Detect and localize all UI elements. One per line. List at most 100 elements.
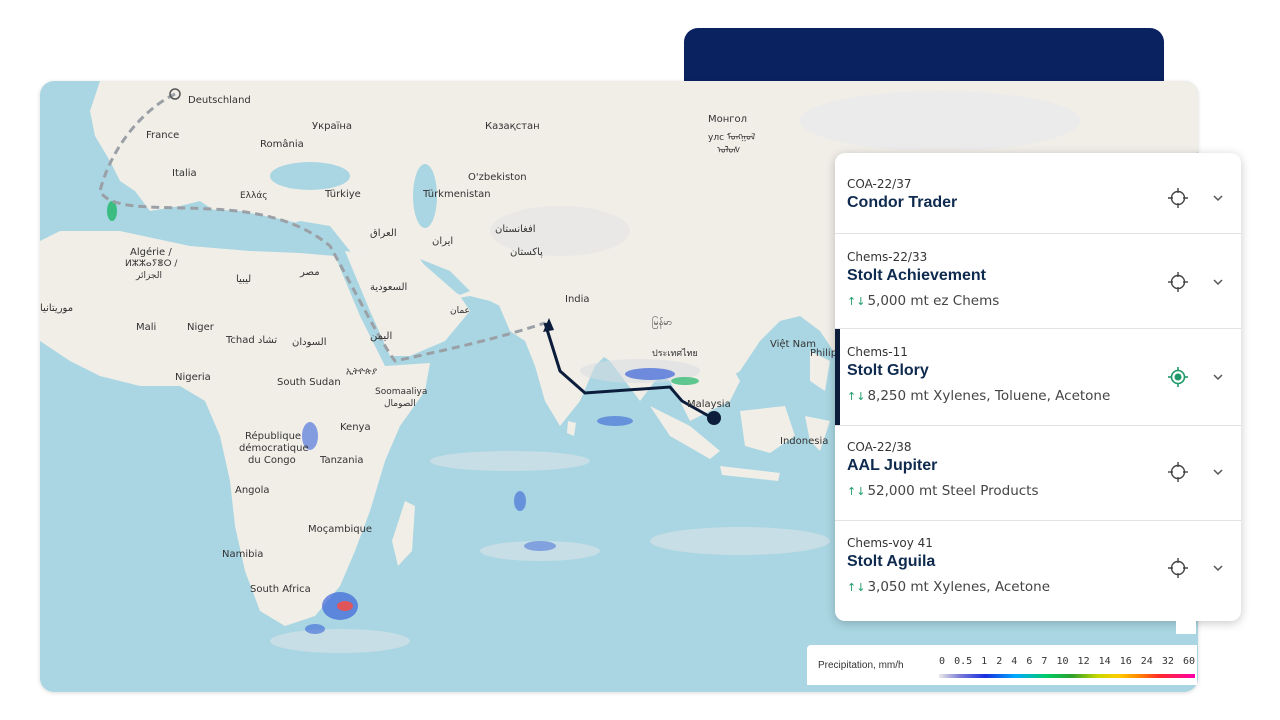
legend-tick: 2 bbox=[996, 656, 1003, 667]
chevron-down-icon[interactable] bbox=[1211, 191, 1225, 205]
map-label: South Africa bbox=[250, 584, 311, 595]
map-label: ⵍⵣⵣⴰⵢⴻⵔ / bbox=[125, 259, 178, 269]
map-label: ليبيا bbox=[236, 274, 252, 285]
cargo-text: 3,050 mt Xylenes, Acetone bbox=[867, 579, 1051, 595]
legend-ticks: 0 0.5 1 2 4 6 7 10 12 14 16 24 32 60 bbox=[939, 656, 1195, 667]
voyage-item[interactable]: Chems-22/33 Stolt Achievement ↑↓ 5,000 mt… bbox=[835, 234, 1241, 329]
map-label: Malaysia bbox=[687, 399, 731, 410]
map-label: اليمن bbox=[370, 331, 393, 342]
legend-tick: 10 bbox=[1056, 656, 1069, 667]
map-label: démocratique bbox=[239, 443, 309, 454]
map-label: du Congo bbox=[248, 455, 296, 466]
cargo-line: ↑↓ 3,050 mt Xylenes, Acetone bbox=[847, 579, 1050, 595]
legend-tick: 12 bbox=[1077, 656, 1090, 667]
map-label: ኢትዮጵያ bbox=[346, 367, 378, 377]
legend-tick: 6 bbox=[1026, 656, 1033, 667]
map-label: မြန်မာ bbox=[652, 318, 673, 328]
map-label: ایران bbox=[432, 236, 454, 247]
map-label: السعودية bbox=[370, 282, 408, 293]
map-label: Niger bbox=[187, 322, 214, 333]
map-label: Türkiye bbox=[325, 189, 361, 200]
map-label: الجزائر bbox=[136, 271, 162, 281]
map-label: India bbox=[565, 294, 590, 305]
map-label: پاکستان bbox=[510, 247, 543, 258]
cargo-line: ↑↓ 5,000 mt ez Chems bbox=[847, 293, 999, 309]
vessel-name: Condor Trader bbox=[847, 194, 958, 211]
legend-tick: 4 bbox=[1011, 656, 1018, 667]
cargo-line: ↑↓ 52,000 mt Steel Products bbox=[847, 483, 1039, 499]
java-land bbox=[720, 466, 780, 481]
map-label: Mali bbox=[136, 322, 157, 333]
map-label: Монгол bbox=[708, 114, 748, 125]
map-label: ประเทศไทย bbox=[652, 349, 698, 359]
load-discharge-arrows-icon: ↑↓ bbox=[847, 390, 866, 403]
legend-tick: 24 bbox=[1140, 656, 1153, 667]
cargo-text: 5,000 mt ez Chems bbox=[867, 293, 1000, 309]
map-label: Україна bbox=[312, 121, 353, 132]
map-label: Nigeria bbox=[175, 372, 211, 383]
crosshair-active-icon[interactable] bbox=[1168, 367, 1188, 387]
cargo-text: 8,250 mt Xylenes, Toluene, Acetone bbox=[867, 388, 1111, 404]
map-label: ᠤᠯᠤᠰ bbox=[717, 146, 741, 156]
map-label: Namibia bbox=[222, 549, 264, 560]
map-label: Tanzania bbox=[320, 455, 364, 466]
voyage-code: COA-22/38 bbox=[847, 440, 912, 454]
map-label: Kenya bbox=[340, 422, 371, 433]
voyage-item[interactable]: Chems-voy 41 Stolt Aguila ↑↓ 3,050 mt Xyl… bbox=[835, 521, 1241, 621]
map-label: Soomaaliya bbox=[375, 387, 428, 397]
legend-tick: 60 bbox=[1182, 656, 1195, 667]
map-label: مصر bbox=[300, 267, 320, 278]
map-label: موريتانيا bbox=[40, 303, 74, 314]
black-sea bbox=[270, 162, 350, 190]
map-label: Tchad تشاد bbox=[226, 335, 278, 346]
map-label: Ελλάς bbox=[240, 191, 268, 201]
voyage-list-panel: COA-22/37 Condor Trader Chems-22/33 Stol… bbox=[835, 153, 1241, 621]
voyage-item[interactable]: COA-22/38 AAL Jupiter ↑↓ 52,000 mt Steel … bbox=[835, 426, 1241, 521]
chevron-down-icon[interactable] bbox=[1211, 561, 1225, 575]
crosshair-icon[interactable] bbox=[1168, 188, 1188, 208]
map-label: O'zbekiston bbox=[468, 172, 527, 183]
map-label: Italia bbox=[172, 168, 197, 179]
map-label: Казақстан bbox=[485, 121, 540, 132]
voyage-item[interactable]: COA-22/37 Condor Trader bbox=[835, 153, 1241, 234]
legend-tick: 32 bbox=[1161, 656, 1174, 667]
map-label: France bbox=[146, 130, 180, 141]
map-label: الصومال bbox=[384, 399, 416, 409]
crosshair-icon[interactable] bbox=[1168, 272, 1188, 292]
legend-tick: 14 bbox=[1098, 656, 1111, 667]
map-label: Algérie / bbox=[130, 247, 172, 258]
map-label: Moçambique bbox=[308, 524, 373, 535]
map-label: România bbox=[260, 139, 304, 150]
legend-tick: 7 bbox=[1041, 656, 1048, 667]
voyage-code: Chems-voy 41 bbox=[847, 536, 933, 550]
madagascar-land bbox=[392, 501, 415, 566]
map-label: Türkmenistan bbox=[423, 189, 491, 200]
crosshair-icon[interactable] bbox=[1168, 558, 1188, 578]
load-discharge-arrows-icon: ↑↓ bbox=[847, 485, 866, 498]
voyage-code: COA-22/37 bbox=[847, 177, 912, 191]
map-label: Angola bbox=[235, 485, 270, 496]
voyage-code: Chems-11 bbox=[847, 345, 908, 359]
vessel-name: Stolt Achievement bbox=[847, 267, 986, 284]
legend-tick: 1 bbox=[981, 656, 988, 667]
map-label: Deutschland bbox=[188, 95, 251, 106]
voyage-item-selected[interactable]: Chems-11 Stolt Glory ↑↓ 8,250 mt Xylenes,… bbox=[835, 329, 1241, 426]
voyage-code: Chems-22/33 bbox=[847, 250, 928, 264]
map-control-button[interactable] bbox=[1176, 620, 1196, 634]
legend-tick: 16 bbox=[1119, 656, 1132, 667]
load-discharge-arrows-icon: ↑↓ bbox=[847, 295, 866, 308]
legend-tick: 0.5 bbox=[954, 656, 973, 667]
vessel-name: Stolt Aguila bbox=[847, 553, 936, 570]
chevron-down-icon[interactable] bbox=[1211, 275, 1225, 289]
sri-lanka-land bbox=[567, 421, 576, 436]
legend-color-scale bbox=[939, 674, 1195, 678]
map-label: South Sudan bbox=[277, 377, 341, 388]
vessel-name: Stolt Glory bbox=[847, 362, 929, 379]
crosshair-icon[interactable] bbox=[1168, 462, 1188, 482]
vessel-name: AAL Jupiter bbox=[847, 457, 938, 474]
vessel-position bbox=[707, 411, 721, 425]
precipitation-legend: Precipitation, mm/h 0 0.5 1 2 4 6 7 10 1… bbox=[807, 645, 1197, 685]
chevron-down-icon[interactable] bbox=[1211, 465, 1225, 479]
chevron-down-icon[interactable] bbox=[1211, 370, 1225, 384]
map-label: العراق bbox=[370, 228, 397, 239]
